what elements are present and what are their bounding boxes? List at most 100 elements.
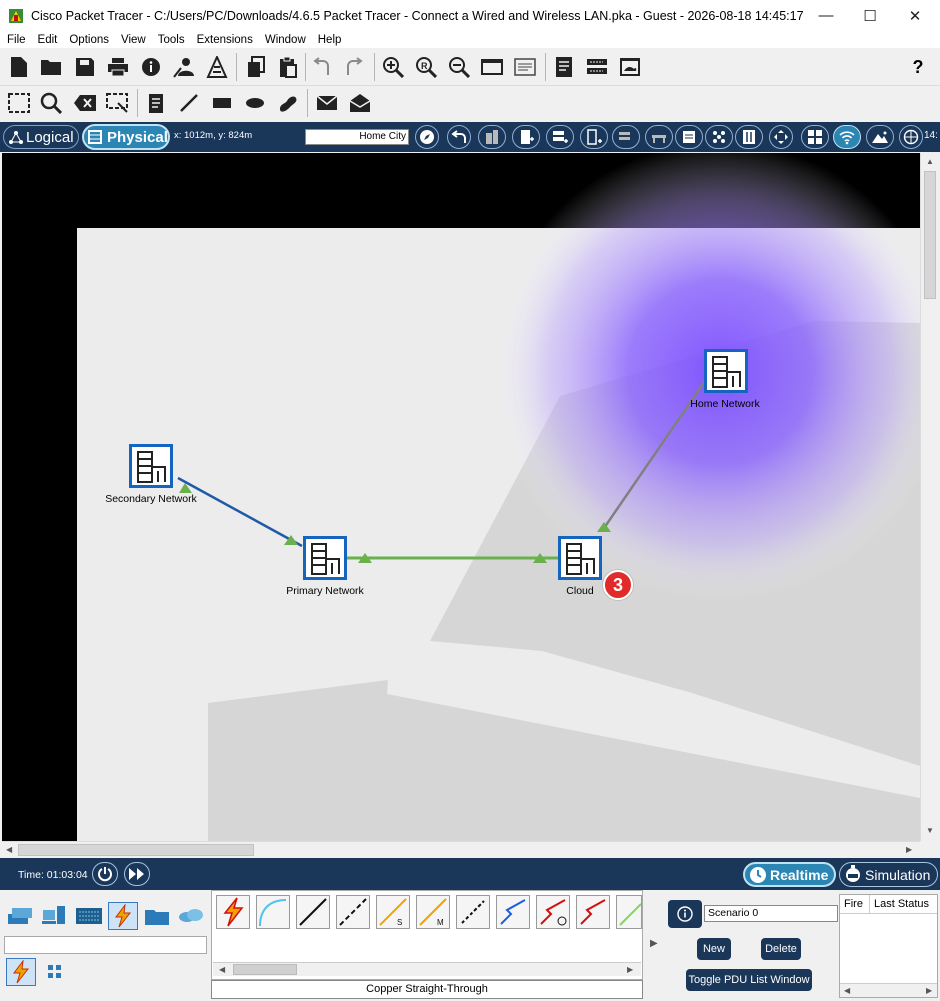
help-icon[interactable]: ? xyxy=(905,54,931,80)
resize-shape-icon[interactable] xyxy=(104,90,130,116)
device-primary-network[interactable] xyxy=(303,536,347,580)
toggle-pdu-list-button[interactable]: Toggle PDU List Window xyxy=(686,969,812,991)
save-icon[interactable] xyxy=(72,54,98,80)
multiuser-icon[interactable] xyxy=(176,902,206,930)
menu-view[interactable]: View xyxy=(121,34,146,46)
menu-edit[interactable]: Edit xyxy=(38,34,58,46)
menu-help[interactable]: Help xyxy=(318,34,342,46)
new-rack-icon[interactable] xyxy=(580,125,608,149)
device-cloud[interactable] xyxy=(558,536,602,580)
new-building-icon[interactable] xyxy=(512,125,540,149)
print-icon[interactable] xyxy=(105,54,131,80)
move-view-icon[interactable] xyxy=(769,125,793,149)
info-icon[interactable] xyxy=(138,54,164,80)
expand-panel-arrow-icon[interactable]: ▶ xyxy=(650,938,658,949)
scroll-left-arrow-icon[interactable]: ◀ xyxy=(6,845,12,854)
menu-file[interactable]: File xyxy=(7,34,26,46)
background-image-icon[interactable] xyxy=(866,125,894,149)
new-city-icon[interactable] xyxy=(478,125,506,149)
back-icon[interactable] xyxy=(447,125,471,149)
notification-badge[interactable]: 3 xyxy=(603,570,633,600)
drawing-palette-icon[interactable] xyxy=(479,54,505,80)
navigation-compass-icon[interactable] xyxy=(415,125,439,149)
simple-pdu-icon[interactable] xyxy=(314,90,340,116)
scroll-right-arrow-icon[interactable]: ▶ xyxy=(926,986,932,995)
copper-cross-over-icon[interactable] xyxy=(336,895,370,929)
copy-icon[interactable] xyxy=(243,54,269,80)
connections-category-icon[interactable] xyxy=(108,902,138,930)
notes-icon[interactable] xyxy=(551,54,577,80)
fast-forward-icon[interactable] xyxy=(124,862,150,886)
open-folder-icon[interactable] xyxy=(38,54,64,80)
new-closet-icon[interactable] xyxy=(546,125,574,149)
serial-dte-icon[interactable] xyxy=(576,895,610,929)
phone-cable-icon[interactable]: M xyxy=(416,895,450,929)
device-home-network[interactable] xyxy=(704,349,748,393)
move-object-icon[interactable] xyxy=(675,125,703,149)
draw-ellipse-icon[interactable] xyxy=(242,90,268,116)
scroll-right-arrow-icon[interactable]: ▶ xyxy=(906,845,912,854)
globe-time-icon[interactable] xyxy=(899,125,923,149)
serial-dte-clock-icon[interactable] xyxy=(536,895,570,929)
location-path-field[interactable]: Home City xyxy=(305,129,409,145)
miscellaneous-icon[interactable] xyxy=(142,902,172,930)
scroll-left-arrow-icon[interactable]: ◀ xyxy=(844,986,850,995)
end-devices-icon[interactable] xyxy=(40,902,70,930)
redo-icon[interactable] xyxy=(341,54,367,80)
console-cable-icon[interactable] xyxy=(256,895,290,929)
screenshot-icon[interactable] xyxy=(617,54,643,80)
grid-view-icon[interactable] xyxy=(801,125,829,149)
menu-tools[interactable]: Tools xyxy=(158,34,185,46)
realtime-mode-button[interactable]: Realtime xyxy=(743,862,836,887)
wireless-coverage-icon[interactable] xyxy=(833,125,861,149)
scroll-thumb[interactable] xyxy=(18,844,254,856)
new-file-icon[interactable] xyxy=(6,54,32,80)
scenario-info-button[interactable] xyxy=(668,900,702,928)
pdu-table-scrollbar[interactable]: ◀ ▶ xyxy=(840,983,937,997)
power-cycle-icon[interactable] xyxy=(92,862,118,886)
grid-objects-icon[interactable] xyxy=(705,125,733,149)
new-scenario-button[interactable]: New xyxy=(697,938,731,960)
coaxial-cable-icon[interactable] xyxy=(456,895,490,929)
close-button[interactable]: ✕ xyxy=(892,0,938,31)
complex-pdu-icon[interactable] xyxy=(347,90,373,116)
draw-line-icon[interactable] xyxy=(176,90,202,116)
scenario-select[interactable]: Scenario 0 xyxy=(704,905,838,922)
menu-options[interactable]: Options xyxy=(69,34,109,46)
menu-window[interactable]: Window xyxy=(265,34,306,46)
minimize-button[interactable]: — xyxy=(803,0,849,31)
device-secondary-network[interactable] xyxy=(129,444,173,488)
delete-scenario-button[interactable]: Delete xyxy=(761,938,801,960)
activity-wizard-icon[interactable] xyxy=(204,54,230,80)
maximize-button[interactable]: ☐ xyxy=(847,0,893,31)
auto-connection-icon[interactable] xyxy=(216,895,250,929)
delete-icon[interactable] xyxy=(72,90,98,116)
undo-icon[interactable] xyxy=(309,54,335,80)
new-table-icon[interactable] xyxy=(612,125,640,149)
copper-straight-through-icon[interactable] xyxy=(296,895,330,929)
custom-devices-icon[interactable] xyxy=(512,54,538,80)
network-devices-icon[interactable] xyxy=(6,902,36,930)
freeform-icon[interactable] xyxy=(275,90,301,116)
device-search-input[interactable] xyxy=(4,936,207,954)
serial-dce-icon[interactable] xyxy=(496,895,530,929)
scroll-left-arrow-icon[interactable]: ◀ xyxy=(219,965,225,974)
fiber-icon[interactable]: S xyxy=(376,895,410,929)
scroll-thumb[interactable] xyxy=(924,171,936,299)
structured-cabling-icon[interactable] xyxy=(40,958,70,986)
scroll-down-arrow-icon[interactable]: ▼ xyxy=(926,826,934,835)
column-fire[interactable]: Fire xyxy=(840,895,870,914)
new-shelf-icon[interactable] xyxy=(645,125,673,149)
connections-scrollbar[interactable]: ◀ ▶ xyxy=(213,962,641,976)
tab-logical[interactable]: Logical xyxy=(3,125,79,149)
network-device-icon[interactable] xyxy=(584,54,610,80)
tab-physical[interactable]: Physical xyxy=(82,124,170,150)
workspace-horizontal-scrollbar[interactable]: ◀ ▶ xyxy=(2,841,920,858)
scroll-up-arrow-icon[interactable]: ▲ xyxy=(926,157,934,166)
menu-extensions[interactable]: Extensions xyxy=(197,34,253,46)
user-profile-icon[interactable] xyxy=(171,54,197,80)
zoom-out-icon[interactable] xyxy=(446,54,472,80)
physical-workspace-canvas[interactable]: Secondary Network Primary Network Cloud … xyxy=(2,153,920,841)
select-icon[interactable] xyxy=(6,90,32,116)
cabling-icon[interactable] xyxy=(735,125,763,149)
